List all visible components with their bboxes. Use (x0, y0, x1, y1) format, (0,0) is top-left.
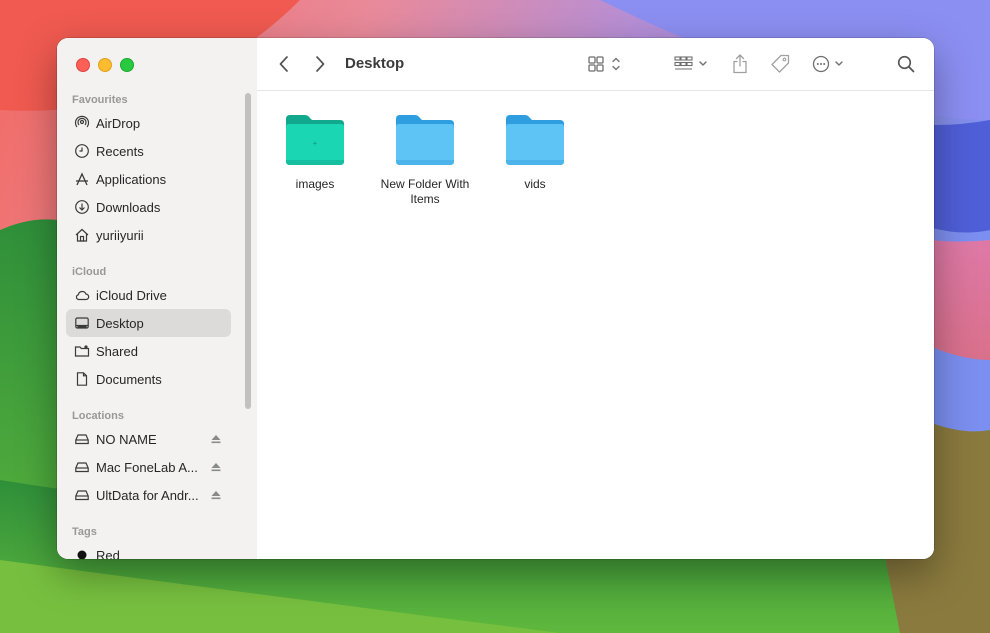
sidebar: Favourites AirDrop Recents Applications … (57, 38, 258, 559)
sidebar-item-label: Mac FoneLab A... (96, 459, 198, 475)
view-mode-button[interactable] (585, 52, 625, 76)
more-actions-button[interactable] (810, 52, 850, 76)
more-icon (812, 55, 843, 73)
sidebar-item-mac-fonelab[interactable]: Mac FoneLab A... (66, 453, 231, 481)
folder-item-vids[interactable]: vids (480, 111, 590, 192)
sidebar-item-label: NO NAME (96, 431, 157, 447)
sidebar-item-label: yuriiyurii (96, 227, 144, 243)
sidebar-item-icloud-drive[interactable]: iCloud Drive (66, 281, 231, 309)
drive-icon (73, 458, 91, 476)
sidebar-section-favourites: Favourites (72, 94, 128, 106)
window-controls (76, 58, 134, 72)
sidebar-item-label: Shared (96, 343, 138, 359)
sidebar-item-label: UltData for Andr... (96, 487, 199, 503)
sidebar-item-shared[interactable]: Shared (66, 337, 231, 365)
sidebar-item-label: Red (96, 547, 120, 560)
eject-icon[interactable] (209, 432, 223, 446)
tag-icon (771, 54, 790, 73)
download-icon (73, 198, 91, 216)
sidebar-item-label: Downloads (96, 199, 161, 215)
desktop-icon (73, 314, 91, 332)
folder-label: New Folder With Items (380, 177, 470, 206)
sidebar-item-ultdata[interactable]: UltData for Andr... (66, 481, 231, 509)
cloud-icon (73, 286, 91, 304)
drive-icon (73, 486, 91, 504)
finder-window: Favourites AirDrop Recents Applications … (57, 38, 934, 559)
sidebar-item-downloads[interactable]: Downloads (66, 193, 231, 221)
sidebar-item-tag-red[interactable]: Red (66, 541, 231, 559)
minimize-window-button[interactable] (98, 58, 112, 72)
share-button[interactable] (730, 52, 750, 76)
folder-icon: + (286, 115, 344, 165)
sidebar-item-recents[interactable]: Recents (66, 137, 231, 165)
sidebar-item-label: Applications (96, 171, 167, 187)
clock-icon (73, 142, 91, 160)
search-button[interactable] (895, 52, 917, 76)
group-button[interactable] (673, 52, 713, 76)
forward-button[interactable] (309, 52, 331, 76)
search-icon (897, 55, 915, 73)
group-icon (674, 56, 707, 70)
toolbar: Desktop (257, 38, 934, 91)
close-window-button[interactable] (76, 58, 90, 72)
sidebar-item-label: iCloud Drive (96, 287, 167, 303)
tag-button[interactable] (768, 52, 792, 76)
sidebar-item-documents[interactable]: Documents (66, 365, 231, 393)
window-title: Desktop (345, 55, 405, 72)
sidebar-section-tags: Tags (72, 526, 97, 538)
folder-icon (506, 115, 564, 165)
sidebar-scrollbar[interactable] (245, 93, 251, 409)
zoom-window-button[interactable] (120, 58, 134, 72)
share-icon (733, 54, 747, 74)
sidebar-item-label: Documents (96, 371, 162, 387)
eject-icon[interactable] (209, 488, 223, 502)
tag-dot-icon (73, 546, 91, 559)
folder-item-new-folder-with-items[interactable]: New Folder With Items (370, 111, 480, 207)
chevron-right-icon (316, 56, 325, 72)
sidebar-item-no-name[interactable]: NO NAME (66, 425, 231, 453)
sidebar-item-desktop[interactable]: Desktop (66, 309, 231, 337)
home-icon (73, 226, 91, 244)
back-button[interactable] (273, 52, 295, 76)
sidebar-item-home[interactable]: yuriiyurii (66, 221, 231, 249)
folder-item-images[interactable]: + images (260, 111, 370, 192)
sidebar-item-airdrop[interactable]: AirDrop (66, 109, 231, 137)
sidebar-item-label: Recents (96, 143, 144, 159)
applications-icon (73, 170, 91, 188)
folder-label: images (295, 177, 335, 191)
grid-view-icon (588, 56, 620, 72)
sidebar-item-label: AirDrop (96, 115, 141, 131)
document-icon (73, 370, 91, 388)
sidebar-section-locations: Locations (72, 410, 124, 422)
eject-icon[interactable] (209, 460, 223, 474)
sidebar-section-icloud: iCloud (72, 266, 107, 278)
file-browser-content: + images New Folder With Items vids (257, 91, 934, 559)
sidebar-item-label: Desktop (96, 315, 144, 331)
folder-label: vids (524, 177, 546, 191)
drive-icon (73, 430, 91, 448)
sidebar-item-applications[interactable]: Applications (66, 165, 231, 193)
folder-icon (396, 115, 454, 165)
svg-text:+: + (313, 139, 318, 148)
chevron-left-icon (279, 56, 288, 72)
airdrop-icon (73, 114, 91, 132)
shared-folder-icon (73, 342, 91, 360)
